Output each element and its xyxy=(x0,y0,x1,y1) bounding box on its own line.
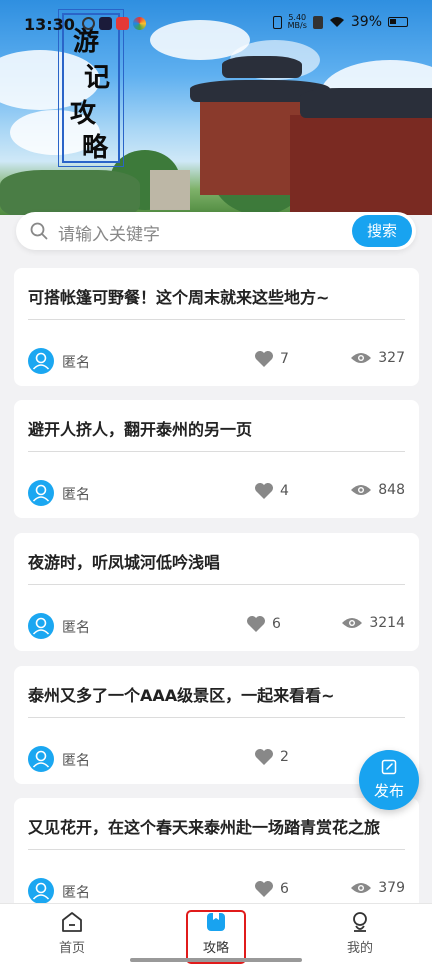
heart-icon xyxy=(255,483,273,499)
view-value: 3214 xyxy=(369,615,405,631)
profile-icon xyxy=(353,912,367,932)
post-author: 匿名 xyxy=(62,753,90,769)
banner-title-char: 记 xyxy=(84,63,111,93)
view-value: 379 xyxy=(378,880,405,896)
post-card[interactable]: 又见花开，在这个春天来泰州赴一场踏青赏花之旅匿名 6 379 xyxy=(14,798,419,916)
edit-icon xyxy=(381,759,397,775)
post-title: 可搭帐篷可野餐！这个周末就来这些地方~ xyxy=(28,288,330,307)
post-title: 泰州又多了一个AAA级景区，一起来看看~ xyxy=(28,686,335,705)
view-count: 327 xyxy=(350,350,405,366)
gesture-bar[interactable] xyxy=(130,958,302,962)
like-count[interactable]: 2 xyxy=(254,748,289,766)
notification-icons xyxy=(82,17,146,30)
banner-title-char: 略 xyxy=(82,133,109,163)
home-icon xyxy=(62,912,82,932)
view-value: 848 xyxy=(378,482,405,498)
network-speed: 5.40 MB/s xyxy=(288,14,307,30)
tab-home-label: 首页 xyxy=(58,941,85,956)
avatar xyxy=(28,613,54,639)
post-card[interactable]: 泰州又多了一个AAA级景区，一起来看看~ 匿名 2 xyxy=(14,666,419,784)
divider xyxy=(28,319,405,320)
avatar xyxy=(28,348,54,374)
heart-icon xyxy=(255,881,273,897)
eye-icon xyxy=(342,618,363,628)
user-icon xyxy=(32,352,50,370)
avatar xyxy=(28,746,54,772)
like-count[interactable]: 7 xyxy=(254,350,289,368)
eye-icon xyxy=(351,485,372,495)
view-count: 848 xyxy=(350,482,405,498)
view-count: 379 xyxy=(350,880,405,896)
search-input[interactable]: 请输入关键字 xyxy=(58,220,160,245)
app-notification-icon xyxy=(133,17,146,30)
user-icon xyxy=(32,484,50,502)
post-title: 夜游时，听凤城河低吟浅唱 xyxy=(28,553,221,572)
user-icon xyxy=(32,617,50,635)
wifi-icon xyxy=(329,17,344,27)
divider xyxy=(28,451,405,452)
tab-mine[interactable]: 我的 xyxy=(320,910,400,956)
like-value: 6 xyxy=(280,881,289,897)
user-icon xyxy=(32,882,50,900)
status-time: 13:30 xyxy=(24,15,75,34)
search-icon xyxy=(30,222,48,240)
eye-icon xyxy=(351,353,372,363)
vibrate-icon xyxy=(272,15,282,29)
heart-icon xyxy=(255,749,273,765)
banner-title-char: 攻 xyxy=(70,99,97,129)
post-title: 又见花开，在这个春天来泰州赴一场踏青赏花之旅 xyxy=(28,818,381,837)
battery-percent: 39% xyxy=(350,14,382,30)
avatar xyxy=(28,480,54,506)
publish-button[interactable]: 发布 xyxy=(359,750,419,810)
active-tab-highlight xyxy=(186,910,246,964)
post-author: 匿名 xyxy=(62,885,90,901)
post-card[interactable]: 可搭帐篷可野餐！这个周末就来这些地方~ 匿名 7 327 xyxy=(14,268,419,386)
like-value: 6 xyxy=(272,616,281,632)
app-notification-icon xyxy=(99,17,112,30)
post-title: 避开人挤人，翻开泰州的另一页 xyxy=(28,420,253,439)
app-notification-icon xyxy=(82,17,95,30)
status-bar: 13:30 5.40 MB/s 39% xyxy=(0,0,432,50)
post-card[interactable]: 避开人挤人，翻开泰州的另一页匿名 4 848 xyxy=(14,400,419,518)
tab-mine-label: 我的 xyxy=(346,941,373,956)
view-count: 3214 xyxy=(341,615,405,631)
network-speed-unit: MB/s xyxy=(287,21,307,30)
search-bar: 请输入关键字 搜索 xyxy=(16,212,416,250)
post-author: 匿名 xyxy=(62,487,90,503)
like-count[interactable]: 4 xyxy=(254,482,289,500)
heart-icon xyxy=(247,616,265,632)
app-notification-icon xyxy=(116,17,129,30)
post-card[interactable]: 夜游时，听凤城河低吟浅唱匿名 6 3214 xyxy=(14,533,419,651)
divider xyxy=(28,849,405,850)
battery-icon xyxy=(388,17,408,27)
heart-icon xyxy=(255,351,273,367)
tab-home[interactable]: 首页 xyxy=(32,910,112,956)
sim-icon xyxy=(312,15,323,29)
user-icon xyxy=(32,750,50,768)
post-author: 匿名 xyxy=(62,620,90,636)
like-value: 7 xyxy=(280,351,289,367)
status-right: 5.40 MB/s 39% xyxy=(272,14,408,30)
like-value: 4 xyxy=(280,483,289,499)
divider xyxy=(28,584,405,585)
avatar xyxy=(28,878,54,904)
view-value: 327 xyxy=(378,350,405,366)
publish-label: 发布 xyxy=(373,782,404,800)
like-count[interactable]: 6 xyxy=(254,880,289,898)
like-value: 2 xyxy=(280,749,289,765)
search-button[interactable]: 搜索 xyxy=(352,215,412,247)
divider xyxy=(28,717,405,718)
post-author: 匿名 xyxy=(62,355,90,371)
bottom-nav: 首页 攻略 我的 xyxy=(0,903,432,964)
eye-icon xyxy=(351,883,372,893)
like-count[interactable]: 6 xyxy=(246,615,281,633)
